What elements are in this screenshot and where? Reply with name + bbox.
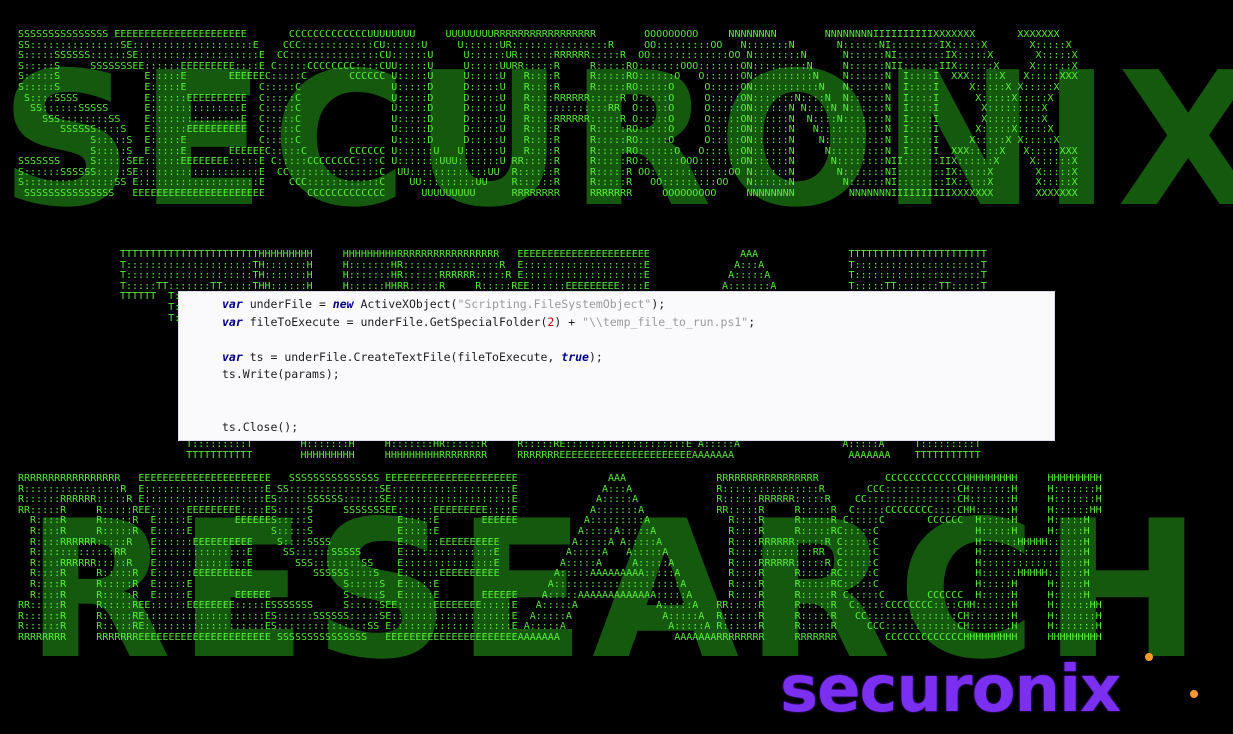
ascii-art-line: T:::::::::T H:::::::H H:::::::HR::::::R … <box>150 440 981 450</box>
securonix-logo: securonix <box>780 653 1121 727</box>
code-snippet: var underFile = new ActiveXObject("Scrip… <box>178 291 1055 441</box>
ascii-art-threat-bottom: T:::::::::T H:::::::H H:::::::HR::::::R … <box>150 440 1023 470</box>
ascii-art-line: SSSSSSSSSSSSSSS EEEEEEEEEEEEEEEEEEEEEE C… <box>18 30 1060 40</box>
logo-accent-dot <box>1145 653 1153 661</box>
logo-accent-dot <box>1190 690 1198 698</box>
code-line-8: ts.Close(); <box>222 419 299 434</box>
ascii-art-line: TTTTTTTTTTTTTTTTTTTTTTTHHHHHHHHH HHHHHHH… <box>120 250 987 260</box>
code-line-1: var underFile = new ActiveXObject("Scrip… <box>222 297 666 311</box>
code-line-2: var fileToExecute = underFile.GetSpecial… <box>222 314 756 329</box>
code-line-4: var ts = underFile.CreateTextFile(fileTo… <box>222 349 603 364</box>
ascii-art-line: R::::R R:::::R E:::::E S:::::S E:::::E A… <box>18 525 1090 537</box>
code-line-5: ts.Write(params); <box>222 367 340 381</box>
ascii-art-line: S:::::S E:::::E C:::::C U:::::D D:::::U … <box>18 134 1060 146</box>
ascii-art-line: TTTTTTTTTTT HHHHHHHHH HHHHHHHHHRRRRRRRR … <box>150 449 981 461</box>
ascii-art-line: S:::::S E:::::E C:::::C U:::::D D:::::U … <box>18 81 1060 93</box>
ascii-art-line: R::::R R:::::R E:::::E S:::::S E:::::E A… <box>18 578 1090 590</box>
ascii-art-line: RRRRRRRRRRRRRRRRR EEEEEEEEEEEEEEEEEEEEEE… <box>18 474 1102 484</box>
ascii-art-securonix: SSSSSSSSSSSSSSS EEEEEEEEEEEEEEEEEEEEEE C… <box>18 30 1215 250</box>
ascii-art-line: SSSSSSSSSSSSSSS EEEEEEEEEEEEEEEEEEEEEE C… <box>18 187 1078 199</box>
ascii-art-line: RRRRRRRR RRRRRRREEEEEEEEEEEEEEEEEEEEEE S… <box>18 631 1102 643</box>
